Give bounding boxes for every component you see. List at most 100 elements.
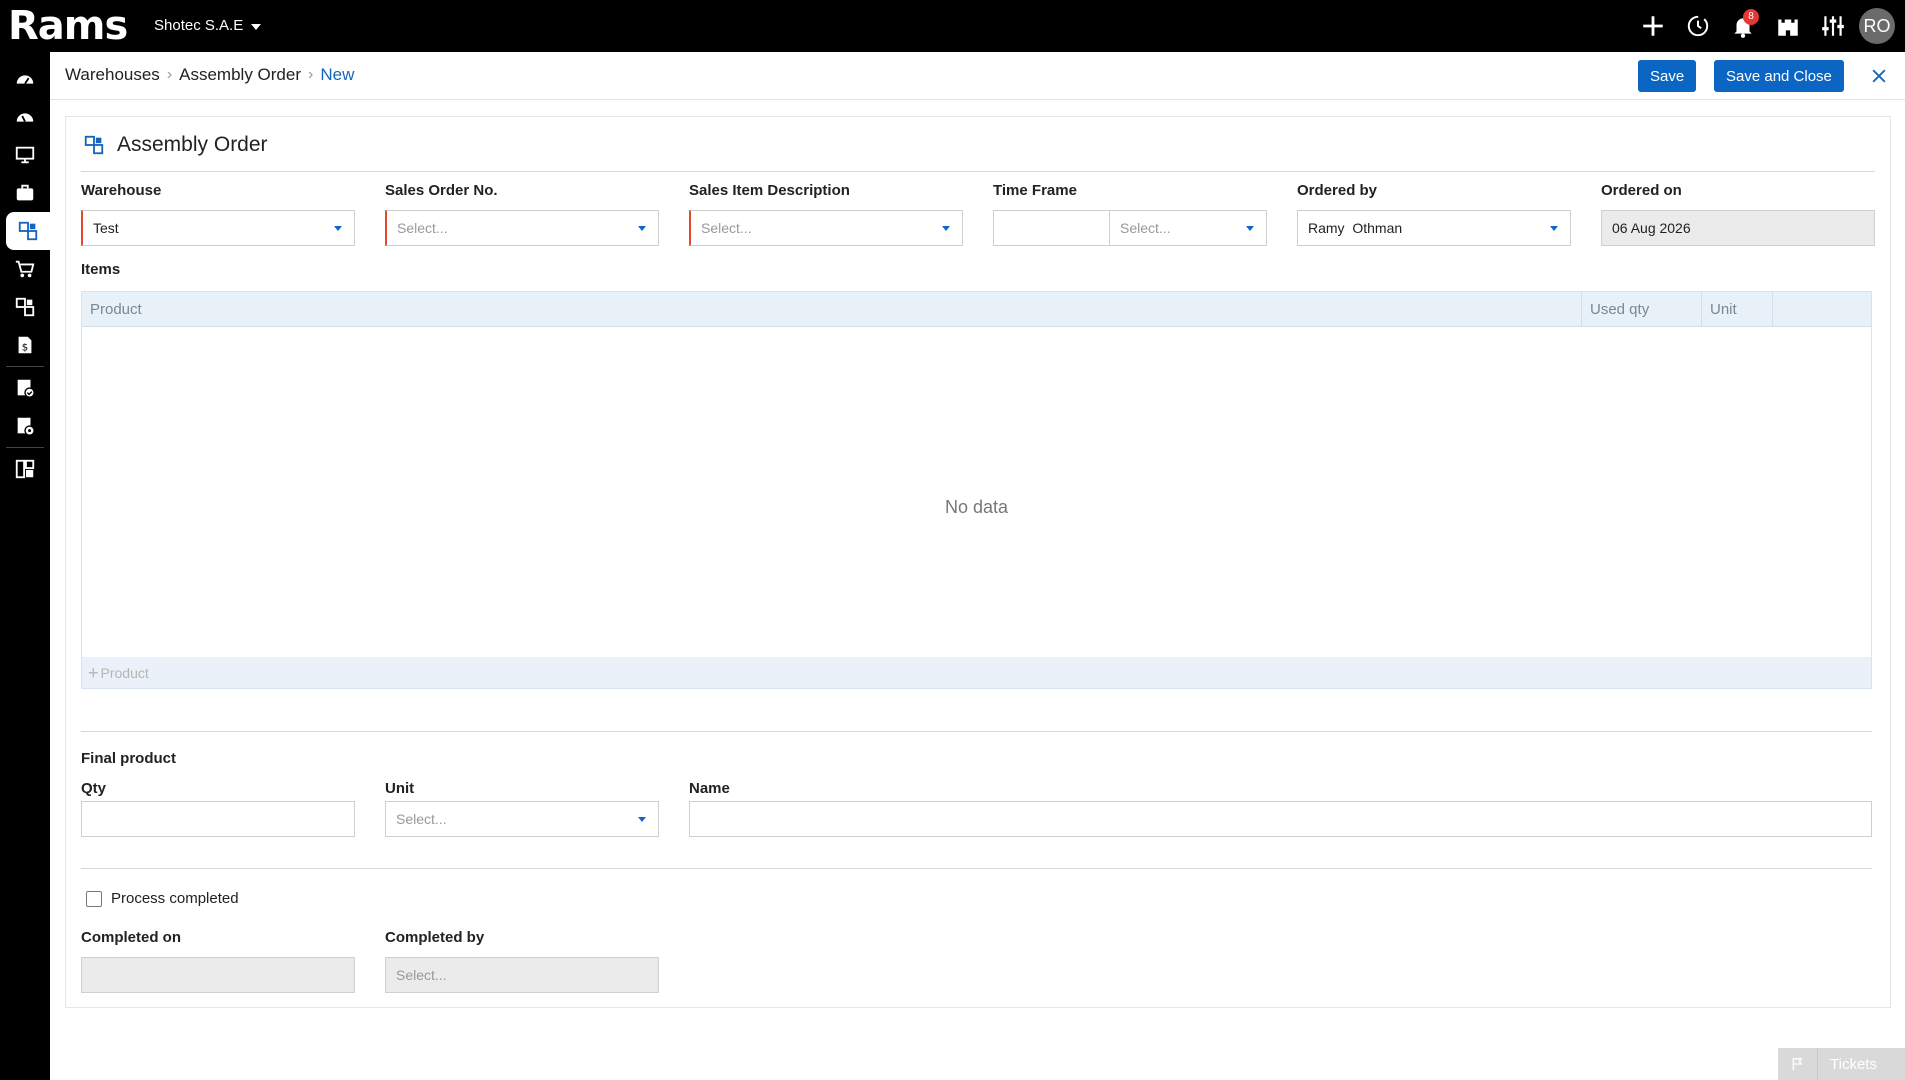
column-used-qty[interactable]: Used qty	[1582, 292, 1702, 327]
form-title: Assembly Order	[83, 133, 268, 157]
page-header: Warehouses › Assembly Order › New Save S…	[50, 52, 1905, 100]
app-logo[interactable]: Rams	[8, 4, 128, 48]
column-product[interactable]: Product	[82, 292, 1582, 327]
sidebar-item-approvals[interactable]	[0, 369, 50, 407]
breadcrumb-warehouses[interactable]: Warehouses	[65, 65, 160, 85]
tickets-label: Tickets	[1830, 1055, 1877, 1073]
bell-icon[interactable]: 8	[1720, 0, 1765, 52]
sidebar-item-warehouses[interactable]	[6, 212, 50, 250]
column-unit[interactable]: Unit	[1702, 292, 1773, 327]
invoice-dollar-icon: $	[18, 336, 32, 354]
chevron-right-icon: ›	[166, 66, 173, 83]
save-button[interactable]: Save	[1638, 60, 1697, 92]
ordered-by-select[interactable]: Ramy Othman	[1297, 210, 1571, 246]
castle-icon[interactable]	[1765, 0, 1810, 52]
divider	[81, 171, 1875, 172]
column-actions	[1773, 292, 1871, 327]
sidebar-item-analytics[interactable]	[0, 98, 50, 136]
sidebar-item-monitor[interactable]	[0, 136, 50, 174]
sidebar-item-finance[interactable]: $	[0, 326, 50, 364]
avatar[interactable]: RO	[1859, 8, 1895, 44]
layout-grid-icon	[15, 459, 35, 479]
plus-icon: +	[88, 662, 99, 683]
add-product-row[interactable]: + Product	[82, 657, 1871, 688]
completed-on-label: Completed on	[81, 929, 181, 946]
time-frame-placeholder: Select...	[1120, 220, 1171, 236]
sidebar-item-inventory[interactable]	[0, 288, 50, 326]
breadcrumb-assembly-order[interactable]: Assembly Order	[179, 65, 301, 85]
ordered-on-label: Ordered on	[1601, 182, 1682, 199]
sidebar-item-settings-docs[interactable]	[0, 407, 50, 445]
chevron-down-icon	[638, 226, 646, 231]
divider	[81, 868, 1872, 869]
warehouse-select[interactable]: Test	[81, 210, 355, 246]
sales-item-select[interactable]: Select...	[689, 210, 963, 246]
name-input[interactable]	[689, 801, 1872, 837]
unit-placeholder: Select...	[396, 811, 447, 827]
time-frame-input[interactable]	[993, 210, 1110, 246]
chevron-down-icon	[638, 817, 646, 822]
add-icon[interactable]	[1630, 0, 1675, 52]
warehouse-value: Test	[93, 220, 119, 236]
completed-by-label: Completed by	[385, 929, 485, 946]
chevron-down-icon	[1550, 226, 1558, 231]
assembly-order-form: Assembly Order Warehouse Sales Order No.…	[65, 116, 1891, 1008]
chevron-down-icon	[334, 226, 342, 231]
sales-order-placeholder: Select...	[397, 220, 448, 236]
warehouse-label: Warehouse	[81, 182, 162, 199]
final-product-label: Final product	[81, 750, 176, 767]
process-completed-checkbox[interactable]	[86, 891, 102, 907]
chevron-down-icon	[1246, 226, 1254, 231]
sidebar-item-dashboard[interactable]	[0, 60, 50, 98]
unit-label: Unit	[385, 780, 415, 797]
sidebar-divider	[6, 447, 44, 448]
close-icon[interactable]	[1865, 62, 1893, 90]
divider	[81, 731, 1872, 732]
qty-label: Qty	[81, 780, 107, 797]
sidebar-item-briefcase[interactable]	[0, 174, 50, 212]
sidebar: $	[0, 52, 50, 1080]
sidebar-item-cart[interactable]	[0, 250, 50, 288]
document-check-icon	[17, 379, 35, 398]
save-and-close-button[interactable]: Save and Close	[1714, 60, 1844, 92]
process-completed-label[interactable]: Process completed	[111, 890, 239, 907]
svg-text:$: $	[22, 343, 28, 354]
briefcase-icon	[16, 184, 34, 201]
completed-by-select: Select...	[385, 957, 659, 993]
sliders-icon[interactable]	[1810, 0, 1855, 52]
company-selector[interactable]: Shotec S.A.E	[154, 17, 262, 34]
monitor-icon	[15, 146, 35, 164]
sales-item-label: Sales Item Description	[689, 182, 850, 199]
chevron-down-icon	[251, 24, 262, 30]
qty-input[interactable]	[81, 801, 355, 837]
sales-order-select[interactable]: Select...	[385, 210, 659, 246]
sales-order-label: Sales Order No.	[385, 182, 498, 199]
form-title-text: Assembly Order	[117, 133, 268, 156]
sidebar-item-layout[interactable]	[0, 450, 50, 488]
sidebar-divider	[6, 366, 44, 367]
time-frame-label: Time Frame	[993, 182, 1077, 199]
notification-badge: 8	[1743, 9, 1759, 25]
ordered-by-value: Ramy Othman	[1308, 220, 1403, 236]
top-bar: Rams Shotec S.A.E 8 RO	[0, 0, 1905, 52]
gauge-icon	[16, 75, 34, 85]
ordered-on-value: 06 Aug 2026	[1612, 220, 1691, 236]
flag-icon	[1778, 1048, 1818, 1080]
tickets-button[interactable]: Tickets	[1778, 1048, 1905, 1080]
unit-select[interactable]: Select...	[385, 801, 659, 837]
history-icon[interactable]	[1675, 0, 1720, 52]
gauge-icon	[16, 113, 34, 122]
completed-on-field	[81, 957, 355, 993]
assembly-icon	[84, 135, 104, 155]
time-frame-unit-select[interactable]: Select...	[1109, 210, 1267, 246]
boxes-icon	[15, 297, 35, 317]
breadcrumb: Warehouses › Assembly Order › New	[65, 65, 354, 85]
chevron-right-icon: ›	[308, 66, 314, 83]
cart-icon	[15, 260, 35, 278]
assembly-icon	[18, 221, 38, 241]
empty-state: No data	[944, 497, 1009, 517]
add-product-label: Product	[100, 664, 149, 681]
company-name: Shotec S.A.E	[154, 17, 244, 34]
items-grid: Product Used qty Unit No data + Product	[81, 291, 1872, 689]
items-label: Items	[81, 261, 121, 278]
